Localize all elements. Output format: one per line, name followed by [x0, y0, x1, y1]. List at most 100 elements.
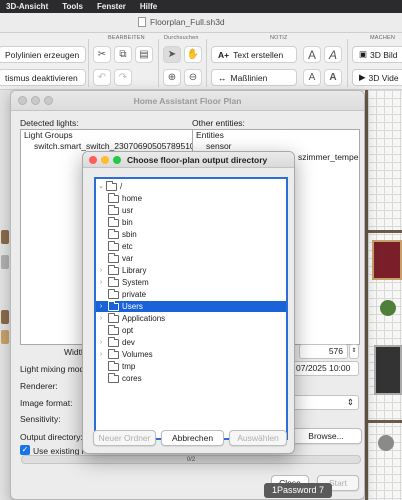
width-stepper[interactable]: ⇕	[349, 344, 359, 359]
menu-item-tools[interactable]: Tools	[62, 2, 83, 11]
create-3d-video-label: 3D Vide	[368, 72, 399, 83]
dialog-minimize-button[interactable]	[101, 156, 109, 164]
select-button[interactable]: Auswählen	[229, 430, 287, 446]
folder-row-bin[interactable]: bin	[96, 217, 286, 228]
folder-row-tmp[interactable]: tmp	[96, 361, 286, 372]
chevron-right-icon[interactable]: ›	[98, 337, 104, 348]
list-item[interactable]: Light Groups	[21, 130, 192, 141]
undo-icon[interactable]: ↶	[93, 69, 111, 86]
light-mixing-mode-label: Light mixing mode	[20, 364, 89, 374]
app-window-title: Floorplan_Full.sh3d	[150, 17, 225, 27]
chevron-updown-icon: ⇕	[346, 397, 354, 407]
folder-name: usr	[122, 206, 134, 215]
folder-icon	[108, 289, 119, 299]
browse-group-label: Durchsuchen	[164, 35, 199, 41]
folder-name: Volumes	[122, 350, 153, 359]
folder-row-dev[interactable]: › dev	[96, 337, 286, 348]
increase-text-size-icon[interactable]: A	[303, 46, 321, 63]
folder-icon	[108, 241, 119, 251]
dimension-line-icon: ↔	[218, 72, 227, 83]
pan-hand-icon[interactable]: ✋	[184, 46, 202, 63]
other-entities-label: Other entities:	[192, 118, 245, 128]
dialog-close-button[interactable]	[89, 156, 97, 164]
zoom-out-icon[interactable]: ⊖	[184, 69, 202, 86]
select-pointer-icon[interactable]: ➤	[163, 46, 181, 63]
floor-plan-canvas[interactable]	[360, 90, 402, 500]
cancel-button[interactable]: Abbrechen	[161, 430, 224, 446]
folder-name: sbin	[122, 230, 137, 239]
dimensions-button[interactable]: ↔ Maßlinien	[211, 69, 297, 86]
folder-row-cores[interactable]: cores	[96, 373, 286, 384]
chevron-right-icon[interactable]: ›	[98, 301, 104, 312]
folder-icon	[108, 313, 119, 323]
folder-row-home[interactable]: home	[96, 193, 286, 204]
furniture-thumbnail[interactable]	[1, 330, 9, 344]
chevron-right-icon[interactable]: ›	[98, 277, 104, 288]
decrease-text-size-icon[interactable]: A	[303, 69, 321, 86]
folder-row-private[interactable]: private	[96, 289, 286, 300]
folder-icon	[108, 217, 119, 227]
menu-item-3d-view[interactable]: 3D-Ansicht	[6, 2, 48, 11]
folder-name: Applications	[122, 314, 166, 323]
chevron-right-icon[interactable]: ›	[98, 349, 104, 360]
make-group-label: MACHEN	[370, 35, 396, 41]
plan-plant	[380, 300, 396, 316]
detected-lights-label: Detected lights:	[20, 118, 79, 128]
chevron-right-icon[interactable]: ›	[98, 265, 104, 276]
folder-name: cores	[122, 374, 142, 383]
image-format-select[interactable]: ⇕	[291, 395, 359, 410]
chevron-right-icon[interactable]: ›	[98, 313, 104, 324]
folder-row-sbin[interactable]: sbin	[96, 229, 286, 240]
video-icon: ▶	[359, 72, 366, 82]
redo-icon[interactable]: ↷	[114, 69, 132, 86]
ha-window-title-bar: Home Assistant Floor Plan	[11, 91, 364, 111]
edit-group-label: BEARBEITEN	[108, 35, 145, 41]
directory-tree[interactable]: ⌄ / home usr bin sbin etc var › Library › System p…	[94, 177, 288, 440]
menu-item-help[interactable]: Hilfe	[140, 2, 157, 11]
folder-row-opt[interactable]: opt	[96, 325, 286, 336]
folder-row-var[interactable]: var	[96, 253, 286, 264]
furniture-thumbnail[interactable]	[1, 230, 9, 244]
menu-item-window[interactable]: Fenster	[97, 2, 126, 11]
width-field[interactable]: 576	[299, 344, 348, 359]
folder-row-library[interactable]: › Library	[96, 265, 286, 276]
folder-row-usr[interactable]: usr	[96, 205, 286, 216]
dialog-title: Choose floor-plan output directory	[127, 155, 268, 165]
folder-icon	[108, 373, 119, 383]
folder-name: System	[122, 278, 149, 287]
light-mixing-date-field[interactable]: 07/2025 10:00	[291, 361, 359, 376]
create-text-button[interactable]: A+ Text erstellen	[211, 46, 297, 63]
folder-name: etc	[122, 242, 133, 251]
folder-row-etc[interactable]: etc	[96, 241, 286, 252]
folder-row-users[interactable]: › Users	[96, 301, 286, 312]
new-folder-button[interactable]: Neuer Ordner	[93, 430, 156, 446]
list-item[interactable]: Entities	[193, 130, 359, 141]
browse-button[interactable]: Browse...	[290, 428, 362, 444]
toolbar-divider	[206, 39, 207, 87]
furniture-catalog-edge	[0, 90, 10, 500]
folder-name: private	[122, 290, 147, 299]
cut-icon[interactable]: ✂	[93, 46, 111, 63]
furniture-thumbnail[interactable]	[1, 310, 9, 324]
create-3d-video-button[interactable]: ▶ 3D Vide	[352, 69, 402, 86]
create-polylines-button[interactable]: Polylinien erzeugen	[0, 46, 86, 63]
toggle-magnetism-button[interactable]: tismus deaktivieren	[0, 69, 86, 86]
furniture-thumbnail[interactable]	[1, 255, 9, 269]
bold-text-icon[interactable]: A	[324, 69, 342, 86]
folder-row-applications[interactable]: › Applications	[96, 313, 286, 324]
copy-icon[interactable]: ⧉	[114, 46, 132, 63]
zoom-in-icon[interactable]: ⊕	[163, 69, 181, 86]
note-group-label: NOTIZ	[270, 35, 288, 41]
folder-row-system[interactable]: › System	[96, 277, 286, 288]
italic-text-icon[interactable]: A	[324, 46, 342, 63]
folder-icon	[108, 253, 119, 263]
use-existing-checkbox[interactable]: ✓	[20, 445, 30, 455]
create-3d-photo-button[interactable]: ▣ 3D Bild	[352, 46, 402, 63]
paste-icon[interactable]: ▤	[135, 46, 153, 63]
folder-row-volumes[interactable]: › Volumes	[96, 349, 286, 360]
folder-icon	[106, 181, 117, 191]
folder-icon	[108, 265, 119, 275]
tree-root-row[interactable]: ⌄ /	[96, 181, 286, 192]
chevron-down-icon[interactable]: ⌄	[98, 181, 104, 192]
dialog-zoom-button[interactable]	[113, 156, 121, 164]
